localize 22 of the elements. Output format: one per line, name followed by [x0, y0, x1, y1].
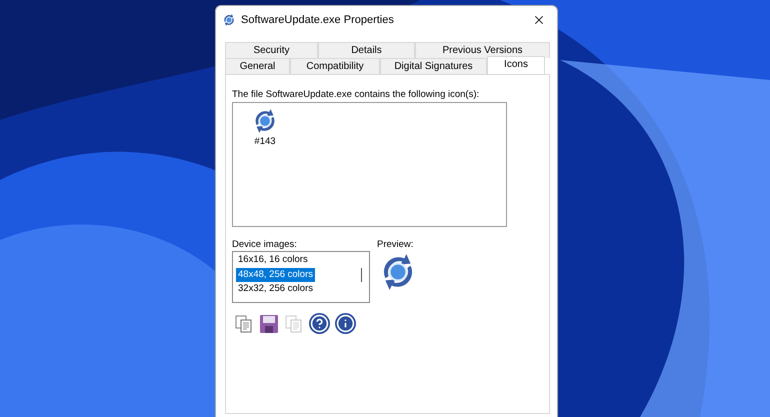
close-icon[interactable] — [532, 13, 546, 27]
tab[interactable]: Digital Signatures — [380, 58, 487, 74]
tab[interactable]: General — [225, 58, 290, 74]
tab[interactable]: Details — [318, 42, 415, 58]
save-icon[interactable] — [259, 314, 279, 334]
copy-icon[interactable] — [234, 314, 254, 334]
info-icon[interactable] — [335, 313, 356, 334]
tab[interactable]: Previous Versions — [415, 42, 550, 58]
help-icon[interactable] — [309, 313, 330, 334]
tab[interactable]: Security — [225, 42, 318, 58]
app-icon — [222, 13, 236, 27]
tab[interactable]: Compatibility — [290, 58, 380, 74]
list-item[interactable]: 48x48, 256 colors — [236, 268, 315, 282]
icon-item[interactable]: #143 — [249, 107, 281, 226]
list-item[interactable]: 16x16, 16 colors — [236, 253, 310, 268]
icons-caption: The file SoftwareUpdate.exe contains the following icon(s): — [232, 89, 480, 101]
list-item[interactable]: 32x32, 256 colors — [236, 282, 315, 296]
preview-label: Preview: — [377, 239, 414, 251]
device-images-label: Device images: — [232, 239, 298, 251]
tab[interactable]: Icons — [487, 56, 545, 74]
scrollbar-thumb[interactable] — [361, 268, 362, 282]
window-title: SoftwareUpdate.exe Properties — [241, 12, 394, 28]
